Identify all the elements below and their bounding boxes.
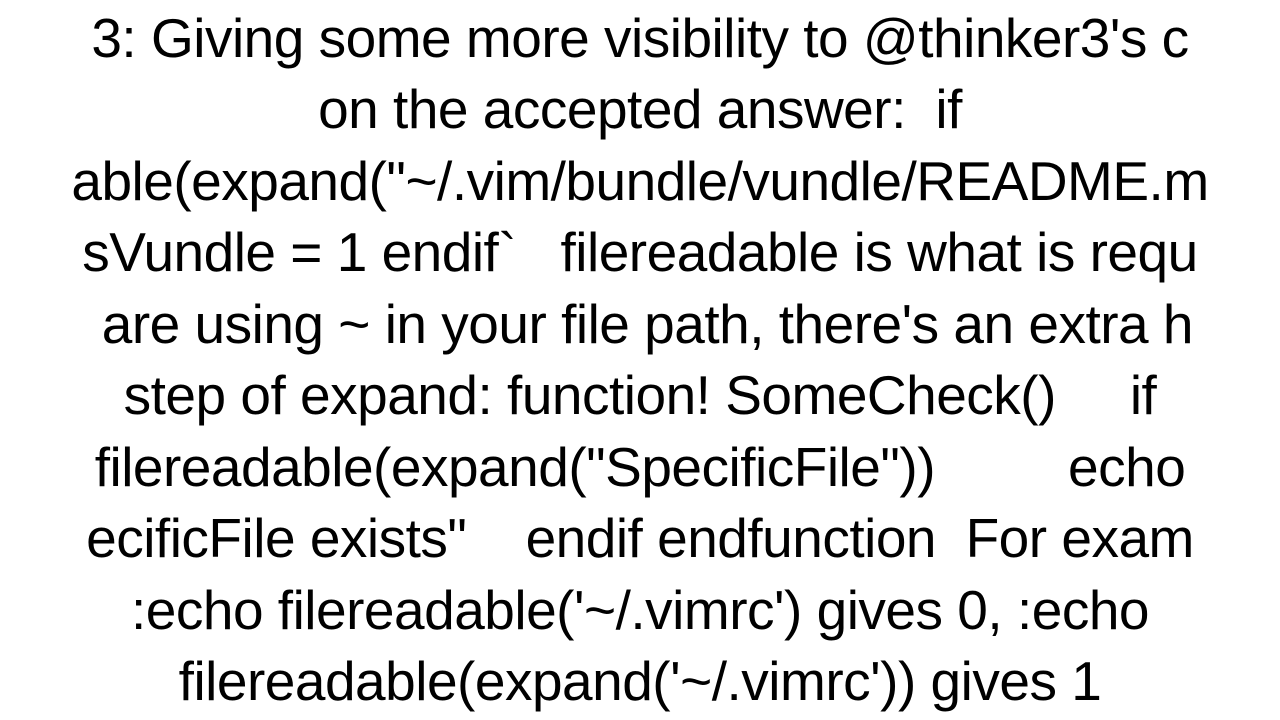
cropped-text-content: 3: Giving some more visibility to @think…	[0, 0, 1280, 720]
